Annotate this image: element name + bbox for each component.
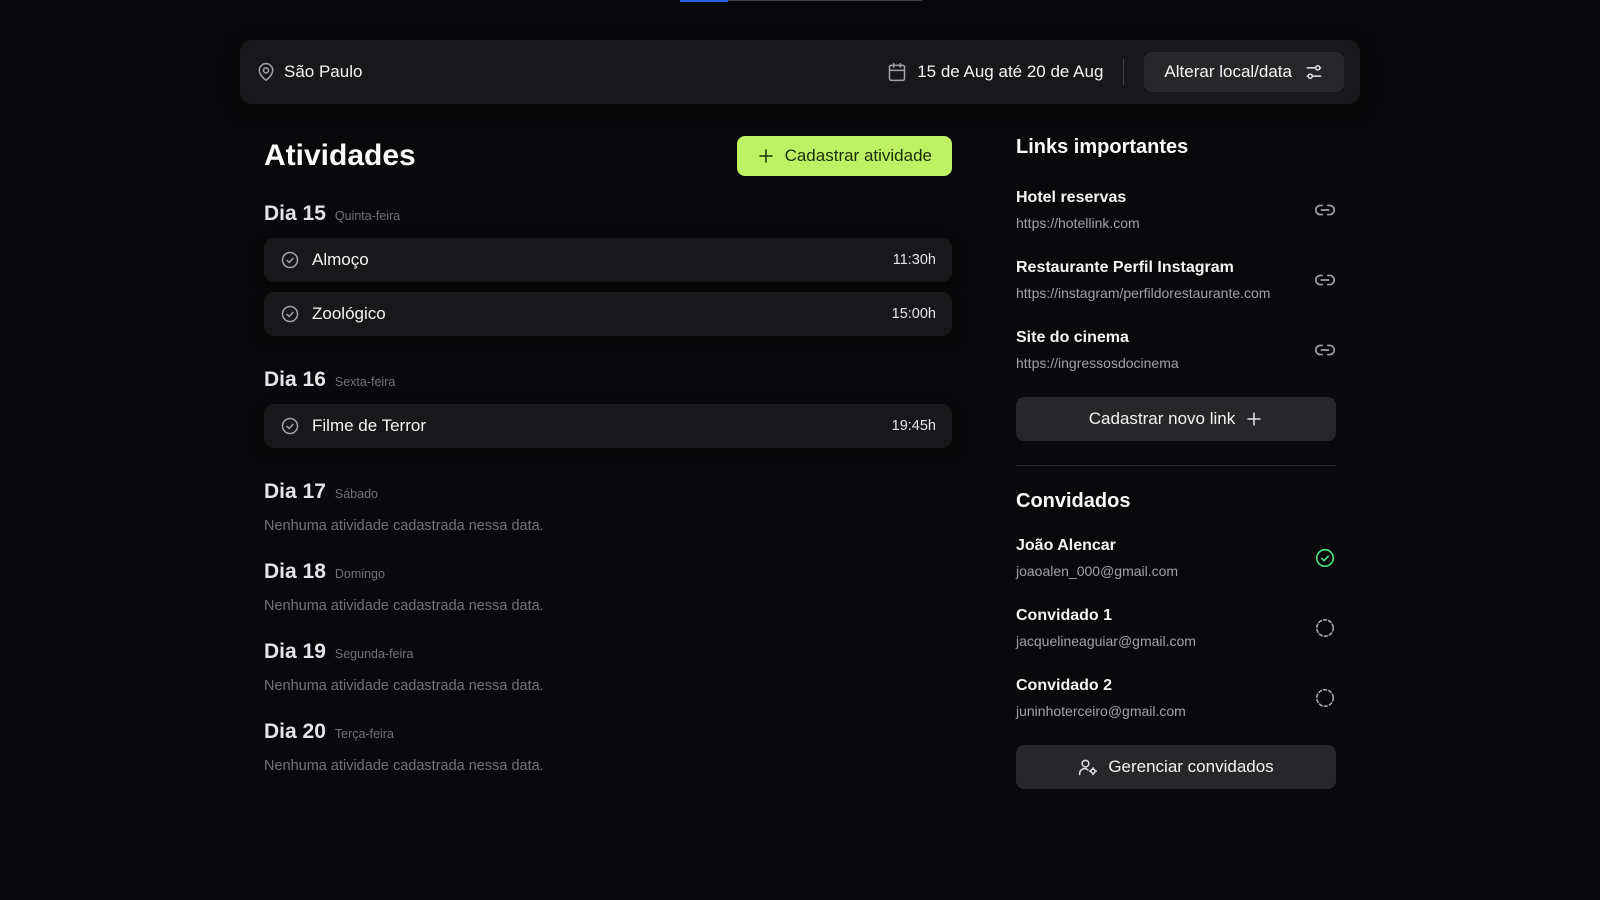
day-group: Dia 15 Quinta-feira Almoço 11:30h Zoológ… — [264, 202, 952, 336]
section-divider — [1016, 465, 1336, 466]
day-group: Dia 18 Domingo Nenhuma atividade cadastr… — [264, 560, 952, 614]
day-title: Dia 18 — [264, 560, 326, 583]
guest-name: Convidado 1 — [1016, 607, 1113, 624]
day-title: Dia 20 — [264, 720, 326, 743]
manage-guests-button[interactable]: Gerenciar convidados — [1016, 745, 1336, 789]
day-weekday: Segunda-feira — [334, 647, 414, 661]
empty-day-message: Nenhuma atividade cadastrada nessa data. — [264, 678, 544, 694]
link-item: Restaurante Perfil Instagram https://ins… — [1016, 255, 1336, 305]
day-weekday: Terça-feira — [334, 727, 394, 741]
circle-check-icon — [280, 250, 300, 270]
circle-dashed-icon — [1314, 617, 1336, 639]
link-item: Site do cinema https://ingressosdocinema — [1016, 325, 1336, 375]
plus-icon — [1245, 410, 1263, 428]
link-icon[interactable] — [1314, 269, 1336, 291]
add-activity-button[interactable]: Cadastrar atividade — [736, 136, 952, 176]
user-cog-icon — [1078, 757, 1098, 777]
day-group: Dia 20 Terça-feira Nenhuma atividade cad… — [264, 720, 952, 774]
activity-item[interactable]: Filme de Terror 19:45h — [264, 404, 952, 448]
calendar-icon — [887, 62, 907, 82]
day-title: Dia 17 — [264, 480, 326, 503]
date-range-text: 15 de Aug até 20 de Aug — [917, 62, 1104, 81]
trip-header: São Paulo 15 de Aug até 20 de Aug Altera… — [240, 40, 1360, 104]
day-group: Dia 19 Segunda-feira Nenhuma atividade c… — [264, 640, 952, 694]
day-weekday: Quinta-feira — [334, 209, 401, 223]
link-icon[interactable] — [1314, 339, 1336, 361]
guest-email: jacquelineaguiar@gmail.com — [1016, 633, 1196, 649]
link-icon[interactable] — [1314, 199, 1336, 221]
link-url[interactable]: https://instagram/perfildorestaurante.co… — [1016, 285, 1314, 301]
add-link-button[interactable]: Cadastrar novo link — [1016, 397, 1336, 441]
activity-item[interactable]: Zoológico 15:00h — [264, 292, 952, 336]
settings-sliders-icon — [1304, 62, 1324, 82]
map-pin-icon — [256, 62, 276, 82]
activity-time: 11:30h — [892, 252, 936, 268]
empty-day-message: Nenhuma atividade cadastrada nessa data. — [264, 598, 544, 614]
activity-name: Almoço — [312, 250, 369, 269]
day-title: Dia 16 — [264, 368, 326, 391]
guest-email: juninhoterceiro@gmail.com — [1016, 703, 1186, 719]
guest-name: João Alencar — [1016, 537, 1116, 554]
date-range-display: 15 de Aug até 20 de Aug — [887, 62, 1123, 82]
day-weekday: Sábado — [334, 487, 378, 501]
change-location-date-button[interactable]: Alterar local/data — [1144, 52, 1344, 92]
link-title: Hotel reservas — [1016, 189, 1127, 206]
guest-item: Convidado 1 jacquelineaguiar@gmail.com — [1016, 603, 1336, 653]
empty-day-message: Nenhuma atividade cadastrada nessa data. — [264, 518, 544, 534]
link-item: Hotel reservas https://hotellink.com — [1016, 185, 1336, 235]
activities-title: Atividades — [264, 139, 416, 172]
circle-check-icon — [280, 304, 300, 324]
circle-dashed-icon — [1314, 687, 1336, 709]
plus-icon — [757, 147, 775, 165]
location-display: São Paulo — [256, 62, 362, 82]
activity-name: Zoológico — [312, 304, 386, 323]
add-activity-label: Cadastrar atividade — [784, 146, 932, 165]
guest-item: João Alencar joaoalen_000@gmail.com — [1016, 533, 1336, 583]
add-link-label: Cadastrar novo link — [1088, 409, 1236, 428]
circle-check-icon — [280, 416, 300, 436]
activity-time: 15:00h — [891, 306, 936, 322]
header-divider — [1123, 59, 1125, 85]
guests-title: Convidados — [1016, 490, 1131, 512]
guest-item: Convidado 2 juninhoterceiro@gmail.com — [1016, 673, 1336, 723]
day-group: Dia 17 Sábado Nenhuma atividade cadastra… — [264, 480, 952, 534]
change-button-label: Alterar local/data — [1164, 62, 1292, 81]
top-progress-indicator — [680, 0, 728, 2]
day-weekday: Domingo — [334, 567, 385, 581]
activity-time: 19:45h — [891, 418, 936, 434]
links-title: Links importantes — [1016, 136, 1189, 158]
activities-section: Atividades Cadastrar atividade Dia 15 Qu… — [264, 136, 952, 774]
day-title: Dia 15 — [264, 202, 326, 225]
location-text: São Paulo — [284, 62, 363, 81]
day-weekday: Sexta-feira — [334, 375, 396, 389]
activity-name: Filme de Terror — [312, 416, 426, 435]
guest-name: Convidado 2 — [1016, 677, 1113, 694]
link-url[interactable]: https://ingressosdocinema — [1016, 355, 1314, 371]
empty-day-message: Nenhuma atividade cadastrada nessa data. — [264, 758, 544, 774]
manage-guests-label: Gerenciar convidados — [1108, 757, 1274, 776]
link-title: Site do cinema — [1016, 329, 1129, 346]
day-group: Dia 16 Sexta-feira Filme de Terror 19:45… — [264, 368, 952, 448]
link-url[interactable]: https://hotellink.com — [1016, 215, 1314, 231]
day-title: Dia 19 — [264, 640, 326, 663]
guest-email: joaoalen_000@gmail.com — [1016, 563, 1179, 579]
sidebar: Links importantes Hotel reservas https:/… — [1016, 136, 1336, 789]
link-title: Restaurante Perfil Instagram — [1016, 259, 1234, 276]
activity-item[interactable]: Almoço 11:30h — [264, 238, 952, 282]
circle-check-icon — [1314, 547, 1336, 569]
